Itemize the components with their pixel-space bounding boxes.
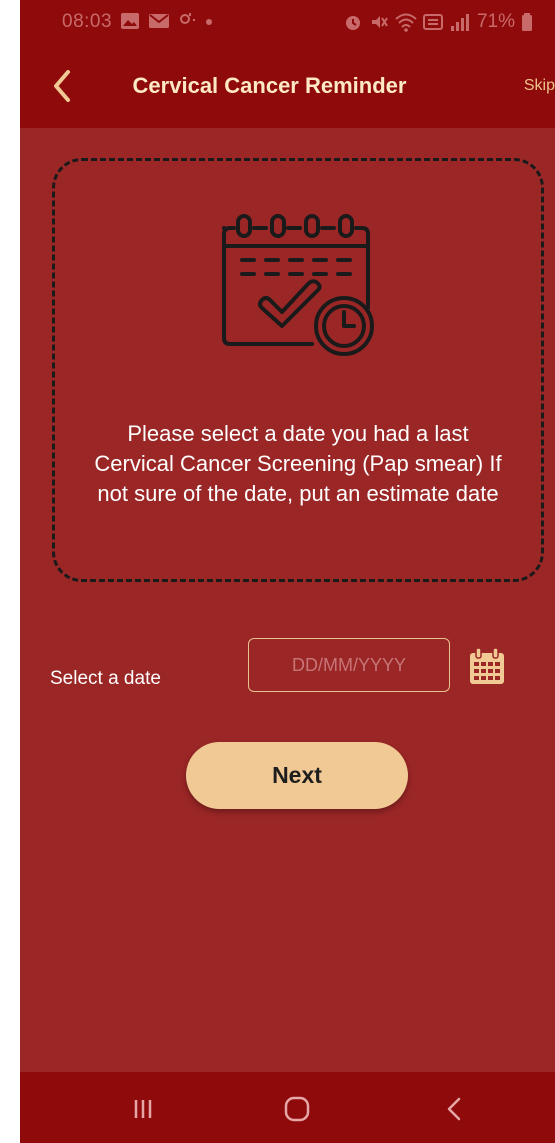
calendar-picker-button[interactable]	[468, 646, 506, 686]
recent-apps-button[interactable]	[128, 1094, 158, 1124]
mail-icon	[149, 14, 169, 28]
dot-icon	[206, 19, 212, 25]
system-back-button[interactable]	[440, 1094, 470, 1124]
status-right-icons: 71%	[343, 11, 533, 33]
weather-icon	[180, 13, 195, 24]
app-bar: Cervical Cancer Reminder Skip	[20, 48, 555, 128]
home-button[interactable]	[282, 1094, 312, 1124]
signal-icon	[450, 14, 469, 31]
volte-icon	[422, 14, 443, 30]
alarm-icon	[345, 16, 360, 30]
page-title: Cervical Cancer Reminder	[132, 73, 407, 98]
battery-icon	[522, 13, 532, 31]
info-card: Please select a date you had a last Cerv…	[52, 158, 544, 582]
mute-icon	[371, 16, 388, 28]
system-nav-bar	[20, 1072, 555, 1143]
phone-screen: 08:03 71% Cervical Cancer Reminder Skip …	[20, 0, 555, 1143]
home-icon	[284, 1096, 310, 1122]
date-label: Select a date	[50, 668, 161, 689]
status-left-icons	[120, 12, 214, 30]
date-input[interactable]	[248, 638, 450, 692]
battery-percent: 71%	[476, 11, 515, 32]
status-bar: 08:03 71%	[20, 0, 555, 48]
next-button[interactable]: Next	[186, 742, 408, 809]
gallery-icon	[121, 13, 139, 29]
instruction-text: Please select a date you had a last Cerv…	[94, 421, 502, 506]
skip-button[interactable]: Skip	[524, 77, 555, 95]
recent-apps-icon	[134, 1100, 152, 1118]
status-time: 08:03	[62, 11, 113, 32]
system-back-icon	[447, 1097, 461, 1121]
calendar-icon	[470, 647, 504, 684]
wifi-icon	[395, 13, 417, 32]
calendar-check-clock-icon	[222, 214, 374, 356]
